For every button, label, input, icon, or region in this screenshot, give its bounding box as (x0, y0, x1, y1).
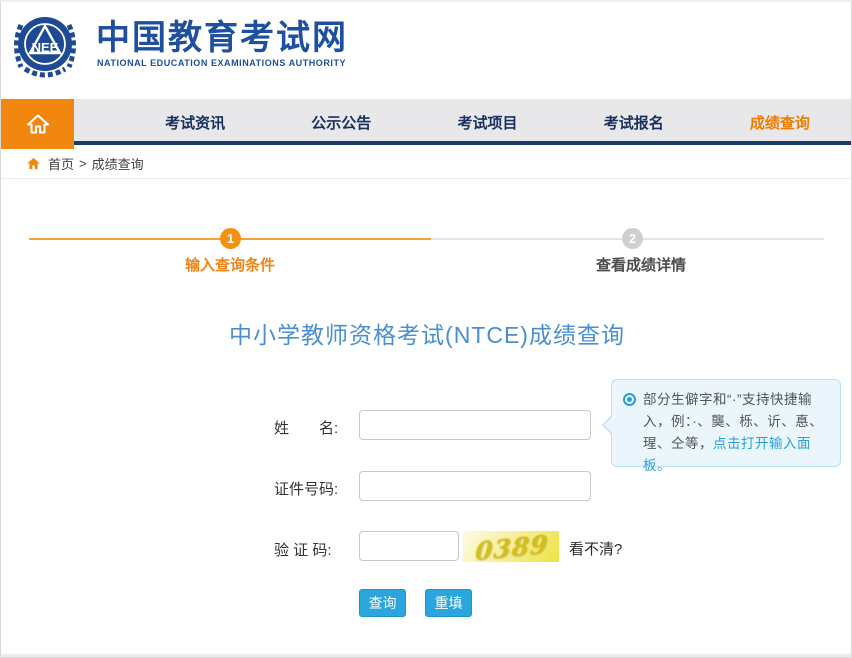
radio-bullet-icon (623, 393, 636, 406)
svg-text:NEE: NEE (32, 40, 59, 55)
footer-strip (1, 654, 851, 657)
stepper-label-1: 输入查询条件 (140, 254, 320, 275)
site-header: NEE 中国教育考试网 NATIONAL EDUCATION EXAMINATI… (1, 2, 852, 99)
rare-character-tooltip: 部分生僻字和“·”支持快捷输入，例：·、龑、栎、䜣、惪、瑆、仝等，点击打开输入面… (611, 379, 841, 467)
nav-item-public-notices[interactable]: 公示公告 (268, 99, 414, 145)
nav-items: 考试资讯 公示公告 考试项目 考试报名 成绩查询 (122, 99, 852, 145)
breadcrumb: 首页 > 成绩查询 (1, 149, 852, 179)
home-icon (26, 112, 50, 136)
nav-item-exam-news[interactable]: 考试资讯 (122, 99, 268, 145)
nav-item-score-query[interactable]: 成绩查询 (707, 99, 852, 145)
nav-home-button[interactable] (1, 99, 74, 149)
stepper-label-2: 查看成绩详情 (551, 254, 731, 275)
captcha-image[interactable]: 0389 (463, 531, 559, 562)
tooltip-arrow-fill (604, 416, 613, 434)
site-title: 中国教育考试网 (96, 19, 348, 57)
reset-button[interactable]: 重填 (425, 589, 472, 617)
neea-emblem-icon: NEE (11, 11, 79, 79)
name-label: 姓 名: (274, 417, 338, 438)
breadcrumb-home-link[interactable]: 首页 (48, 154, 74, 173)
neea-logo[interactable]: NEE (11, 11, 79, 79)
name-input[interactable] (359, 410, 591, 440)
tooltip-text: 部分生僻字和“·”支持快捷输入，例：·、龑、栎、䜣、惪、瑆、仝等，点击打开输入面… (643, 389, 831, 477)
ntce-score-query-page: NEE 中国教育考试网 NATIONAL EDUCATION EXAMINATI… (0, 0, 852, 658)
page-title: 中小学教师资格考试(NTCE)成绩查询 (1, 316, 852, 350)
stepper-circle-1: 1 (220, 228, 241, 249)
breadcrumb-current: 成绩查询 (92, 154, 144, 173)
captcha-label: 验 证 码: (274, 539, 332, 560)
captcha-input[interactable] (359, 531, 459, 561)
breadcrumb-home-icon (26, 156, 41, 171)
nav-item-exam-registration[interactable]: 考试报名 (561, 99, 707, 145)
captcha-refresh-link[interactable]: 看不清? (569, 538, 622, 559)
nav-item-exam-programs[interactable]: 考试项目 (414, 99, 560, 145)
captcha-code-text: 0389 (474, 531, 549, 562)
site-subtitle: NATIONAL EDUCATION EXAMINATIONS AUTHORIT… (97, 58, 346, 68)
breadcrumb-separator: > (79, 156, 87, 171)
id-number-label: 证件号码: (274, 478, 338, 499)
query-button[interactable]: 查询 (359, 589, 406, 617)
id-number-input[interactable] (359, 471, 591, 501)
stepper-circle-2: 2 (622, 228, 643, 249)
